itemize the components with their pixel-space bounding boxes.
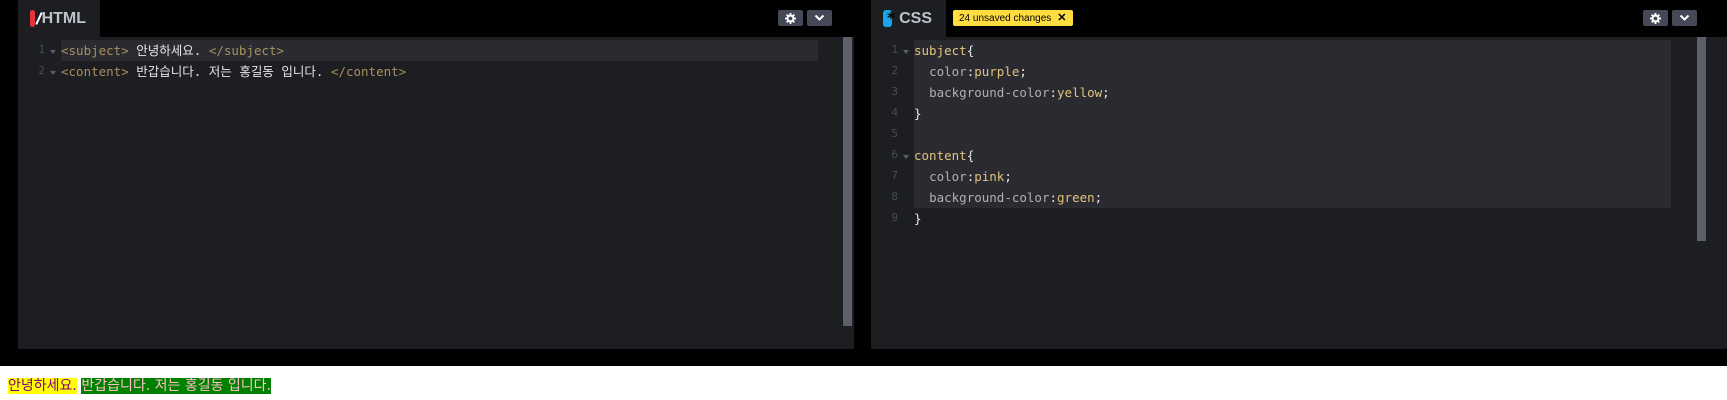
unsaved-changes-badge[interactable]: 24 unsaved changes ✕ — [953, 10, 1073, 26]
fold-arrow-icon[interactable] — [903, 155, 909, 159]
code-line: <subject> 안녕하세요. </subject> — [61, 40, 284, 61]
css-value: pink — [974, 169, 1005, 184]
line-number: 8 — [891, 190, 898, 203]
line-number: 2 — [891, 64, 898, 77]
fold-arrow-icon[interactable] — [50, 71, 56, 75]
output-content: 반갑습니다. 저는 홍길동 입니다. — [81, 378, 272, 394]
css-value: purple — [974, 64, 1020, 79]
html-panel-header: HTML — [18, 0, 854, 37]
gear-icon — [785, 12, 796, 24]
close-tag: </subject> — [208, 43, 285, 58]
gear-icon — [1650, 12, 1661, 24]
css-asterisk-icon — [883, 9, 895, 27]
css-panel-header: CSS 24 unsaved changes ✕ — [871, 0, 1727, 37]
css-property: background-color — [929, 190, 1050, 205]
css-scrollbar[interactable] — [1697, 37, 1706, 241]
line-number: 2 — [38, 64, 45, 77]
open-tag: <content> — [61, 64, 129, 79]
close-icon[interactable]: ✕ — [1057, 12, 1066, 24]
css-tab[interactable]: CSS — [871, 0, 946, 37]
code-line: subject{ — [914, 43, 975, 58]
code-line: background-color:yellow; — [929, 85, 1110, 100]
code-line: background-color:green; — [929, 190, 1103, 205]
output-subject: 안녕하세요. — [8, 378, 77, 394]
editor-area: HTML 1 2 <subject> 안녕하세요. </subject> <co… — [0, 0, 1727, 349]
css-editor-panel: CSS 24 unsaved changes ✕ — [871, 0, 1727, 349]
css-line-gutter: 1 2 3 4 5 6 7 8 9 — [871, 37, 911, 349]
output-preview: 안녕하세요. 반갑습니다. 저는 홍길동 입니다. — [0, 366, 1727, 400]
tag-text: 안녕하세요. — [128, 43, 209, 58]
code-line: content{ — [914, 148, 975, 163]
css-tab-title: CSS — [899, 9, 932, 27]
open-tag: <subject> — [61, 43, 129, 58]
line-number: 5 — [891, 127, 898, 140]
code-line: color:purple; — [929, 64, 1027, 79]
code-line: } — [914, 211, 922, 226]
fold-arrow-icon[interactable] — [50, 50, 56, 54]
html-slash-icon — [30, 10, 35, 27]
line-number: 4 — [891, 106, 898, 119]
unsaved-changes-label: 24 unsaved changes — [959, 12, 1052, 24]
html-line-gutter: 1 2 — [18, 37, 58, 349]
line-number: 7 — [891, 169, 898, 182]
fold-arrow-icon[interactable] — [903, 50, 909, 54]
code-line: <content> 반갑습니다. 저는 홍길동 입니다. </content> — [61, 61, 406, 82]
html-editor-panel: HTML 1 2 <subject> 안녕하세요. </subject> <co… — [18, 0, 854, 349]
line-number: 1 — [891, 43, 898, 56]
line-number: 9 — [891, 211, 898, 224]
css-value: yellow — [1057, 85, 1103, 100]
chevron-down-icon — [1679, 14, 1690, 21]
css-code[interactable]: subject{ color:purple; background-color:… — [914, 37, 1110, 226]
tag-text: 반갑습니다. 저는 홍길동 입니다. — [128, 64, 331, 79]
code-line: } — [914, 106, 922, 121]
line-number: 3 — [891, 85, 898, 98]
html-code[interactable]: <subject> 안녕하세요. </subject> <content> 반갑… — [61, 37, 406, 97]
html-tab[interactable]: HTML — [18, 0, 100, 37]
selection-highlight — [914, 40, 1671, 208]
css-selector: subject — [914, 43, 967, 58]
html-collapse-button[interactable] — [807, 10, 832, 26]
line-number: 6 — [891, 148, 898, 161]
css-settings-button[interactable] — [1643, 10, 1668, 26]
html-tab-title: HTML — [41, 9, 86, 27]
close-tag: </content> — [330, 64, 407, 79]
resize-divider[interactable] — [0, 349, 1727, 366]
chevron-down-icon — [814, 14, 825, 21]
css-property: color — [929, 64, 967, 79]
html-settings-button[interactable] — [778, 10, 803, 26]
html-scrollbar[interactable] — [843, 37, 852, 326]
css-selector: content — [914, 148, 967, 163]
css-property: background-color — [929, 85, 1050, 100]
line-number: 1 — [38, 43, 45, 56]
css-collapse-button[interactable] — [1672, 10, 1697, 26]
css-value: green — [1057, 190, 1095, 205]
css-property: color — [929, 169, 967, 184]
code-line: color:pink; — [929, 169, 1012, 184]
